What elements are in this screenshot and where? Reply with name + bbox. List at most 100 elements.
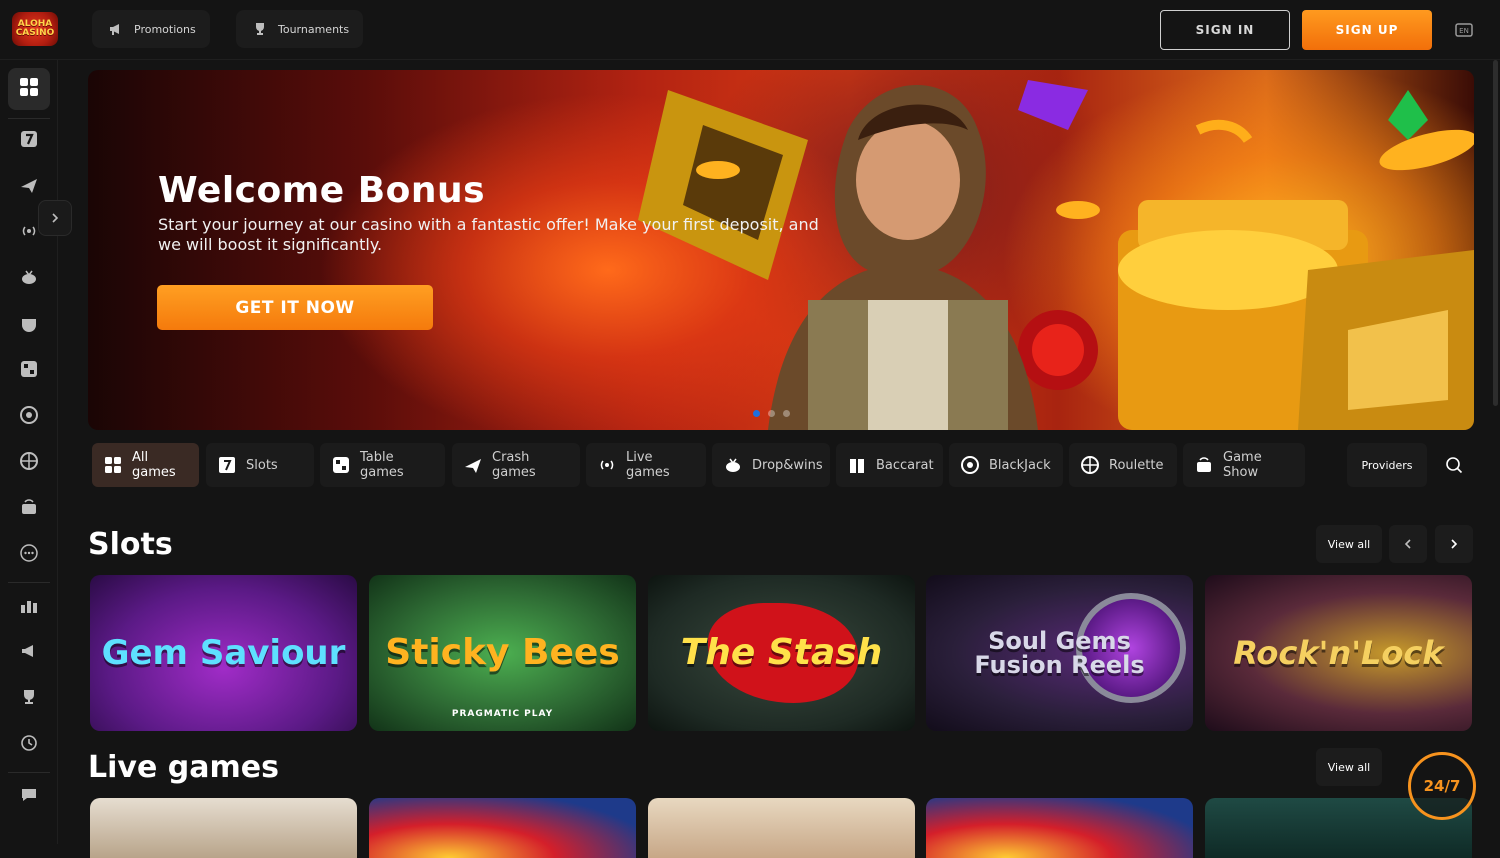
game-tile-sticky-bees[interactable]: Sticky Bees PRAGMATIC PLAY [369, 575, 636, 731]
tab-tournaments-label: Tournaments [278, 22, 350, 36]
sidebar-divider [8, 118, 50, 119]
roulette-icon [19, 405, 39, 429]
game-show-icon [19, 497, 39, 521]
carousel-dots [753, 410, 790, 417]
live-game-tile[interactable] [90, 798, 357, 858]
slots-view-all-button[interactable]: View all [1316, 525, 1382, 563]
svg-text:EN: EN [1459, 27, 1469, 35]
game-tile-soul-gems[interactable]: Soul Gems Fusion Reels [926, 575, 1193, 731]
category-label: Drop&wins [752, 457, 823, 473]
sidebar-item-roulette[interactable] [8, 396, 50, 438]
game-title: The Stash [680, 632, 883, 673]
sidebar-item-crash[interactable] [8, 166, 50, 208]
sidebar-item-dropwins[interactable] [8, 258, 50, 300]
plane-icon [19, 175, 39, 199]
slots-section-title: Slots [88, 527, 173, 562]
support-chat-button[interactable]: 24/7 [1408, 752, 1476, 820]
blackjack-icon [961, 456, 979, 474]
category-label: Crash games [492, 450, 536, 480]
table-games-icon [332, 456, 350, 474]
top-bar: ALOHA CASINO Promotions Tournaments SIGN… [0, 0, 1500, 60]
sidebar-item-leaderboard[interactable] [8, 586, 50, 628]
search-icon[interactable] [1435, 446, 1473, 484]
game-provider: PRAGMATIC PLAY [451, 709, 554, 719]
language-icon[interactable]: EN [1454, 22, 1474, 38]
megaphone-icon [108, 21, 124, 37]
live-view-all-button[interactable]: View all [1316, 748, 1382, 786]
chevron-left-icon [1403, 535, 1413, 554]
sidebar-item-roulette-alt[interactable] [8, 442, 50, 484]
logo-text: ALOHA CASINO [15, 19, 55, 38]
game-tile-gem-saviour[interactable]: Gem Saviour [90, 575, 357, 731]
category-all-games[interactable]: All games [92, 443, 199, 487]
megaphone-icon [19, 641, 39, 665]
sidebar-item-game-show[interactable] [8, 488, 50, 530]
sidebar-item-tournaments[interactable] [8, 678, 50, 720]
get-it-now-button[interactable]: GET IT NOW [157, 285, 433, 330]
chevron-right-icon [1449, 535, 1459, 554]
trophy-icon [19, 687, 39, 711]
plane-icon [464, 456, 482, 474]
grid-icon [19, 77, 39, 101]
category-baccarat[interactable]: Baccarat [836, 443, 943, 487]
table-games-icon [19, 359, 39, 383]
chevron-right-icon [50, 209, 60, 228]
sidebar-item-table-games[interactable] [8, 350, 50, 392]
providers-button[interactable]: Providers [1347, 443, 1427, 487]
hero-banner[interactable]: Welcome Bonus Start your journey at our … [88, 70, 1474, 430]
category-game-show[interactable]: Game Show [1183, 443, 1305, 487]
slot-seven-icon [218, 456, 236, 474]
category-label: BlackJack [989, 457, 1051, 473]
history-icon [19, 733, 39, 757]
category-label: Game Show [1223, 450, 1262, 480]
category-slots[interactable]: Slots [206, 443, 314, 487]
sidebar-item-all-games[interactable] [8, 68, 50, 110]
sidebar-item-history[interactable] [8, 724, 50, 766]
category-label: Live games [626, 450, 670, 480]
category-table-games[interactable]: Table games [320, 443, 445, 487]
carousel-dot[interactable] [768, 410, 775, 417]
sign-in-button[interactable]: SIGN IN [1160, 10, 1290, 50]
carousel-dot[interactable] [783, 410, 790, 417]
tab-tournaments[interactable]: Tournaments [236, 10, 364, 48]
slots-prev-button[interactable] [1389, 525, 1427, 563]
sign-up-button[interactable]: SIGN UP [1302, 10, 1432, 50]
tab-promotions[interactable]: Promotions [92, 10, 210, 48]
game-title: Soul Gems Fusion Reels [974, 627, 1145, 679]
sidebar-item-baccarat[interactable] [8, 304, 50, 346]
baccarat-icon [848, 456, 866, 474]
category-roulette[interactable]: Roulette [1069, 443, 1177, 487]
category-label: All games [132, 450, 176, 480]
scrollbar[interactable] [1493, 60, 1498, 406]
live-game-tile[interactable] [926, 798, 1193, 858]
sidebar-divider [8, 772, 50, 773]
live-signal-icon [598, 456, 616, 474]
category-label: Baccarat [876, 457, 934, 473]
game-tile-rock-n-lock[interactable]: Rock'n'Lock [1205, 575, 1472, 731]
carousel-dot[interactable] [753, 410, 760, 417]
live-game-tile[interactable] [648, 798, 915, 858]
sidebar-item-promotions[interactable] [8, 632, 50, 674]
sidebar-item-slots[interactable] [8, 120, 50, 162]
slot-seven-icon [19, 129, 39, 153]
category-crash-games[interactable]: Crash games [452, 443, 580, 487]
category-dropwins[interactable]: Drop&wins [712, 443, 830, 487]
game-title: Gem Saviour [101, 633, 346, 673]
game-tile-the-stash[interactable]: The Stash [648, 575, 915, 731]
sidebar-item-live[interactable] [8, 212, 50, 254]
category-live-games[interactable]: Live games [586, 443, 706, 487]
sidebar-item-more[interactable] [8, 534, 50, 576]
live-game-tile[interactable] [369, 798, 636, 858]
live-signal-icon [19, 221, 39, 245]
roulette-alt-icon [19, 451, 39, 475]
sidebar-item-chat[interactable] [8, 776, 50, 818]
grid-icon [104, 456, 122, 474]
slots-next-button[interactable] [1435, 525, 1473, 563]
live-section-title: Live games [88, 750, 279, 785]
category-bar: All games Slots Table games Crash games … [88, 443, 1474, 487]
roulette-icon [1081, 456, 1099, 474]
game-show-icon [1195, 456, 1213, 474]
dropwins-icon [724, 456, 742, 474]
casino-logo[interactable]: ALOHA CASINO [12, 12, 58, 46]
category-blackjack[interactable]: BlackJack [949, 443, 1063, 487]
